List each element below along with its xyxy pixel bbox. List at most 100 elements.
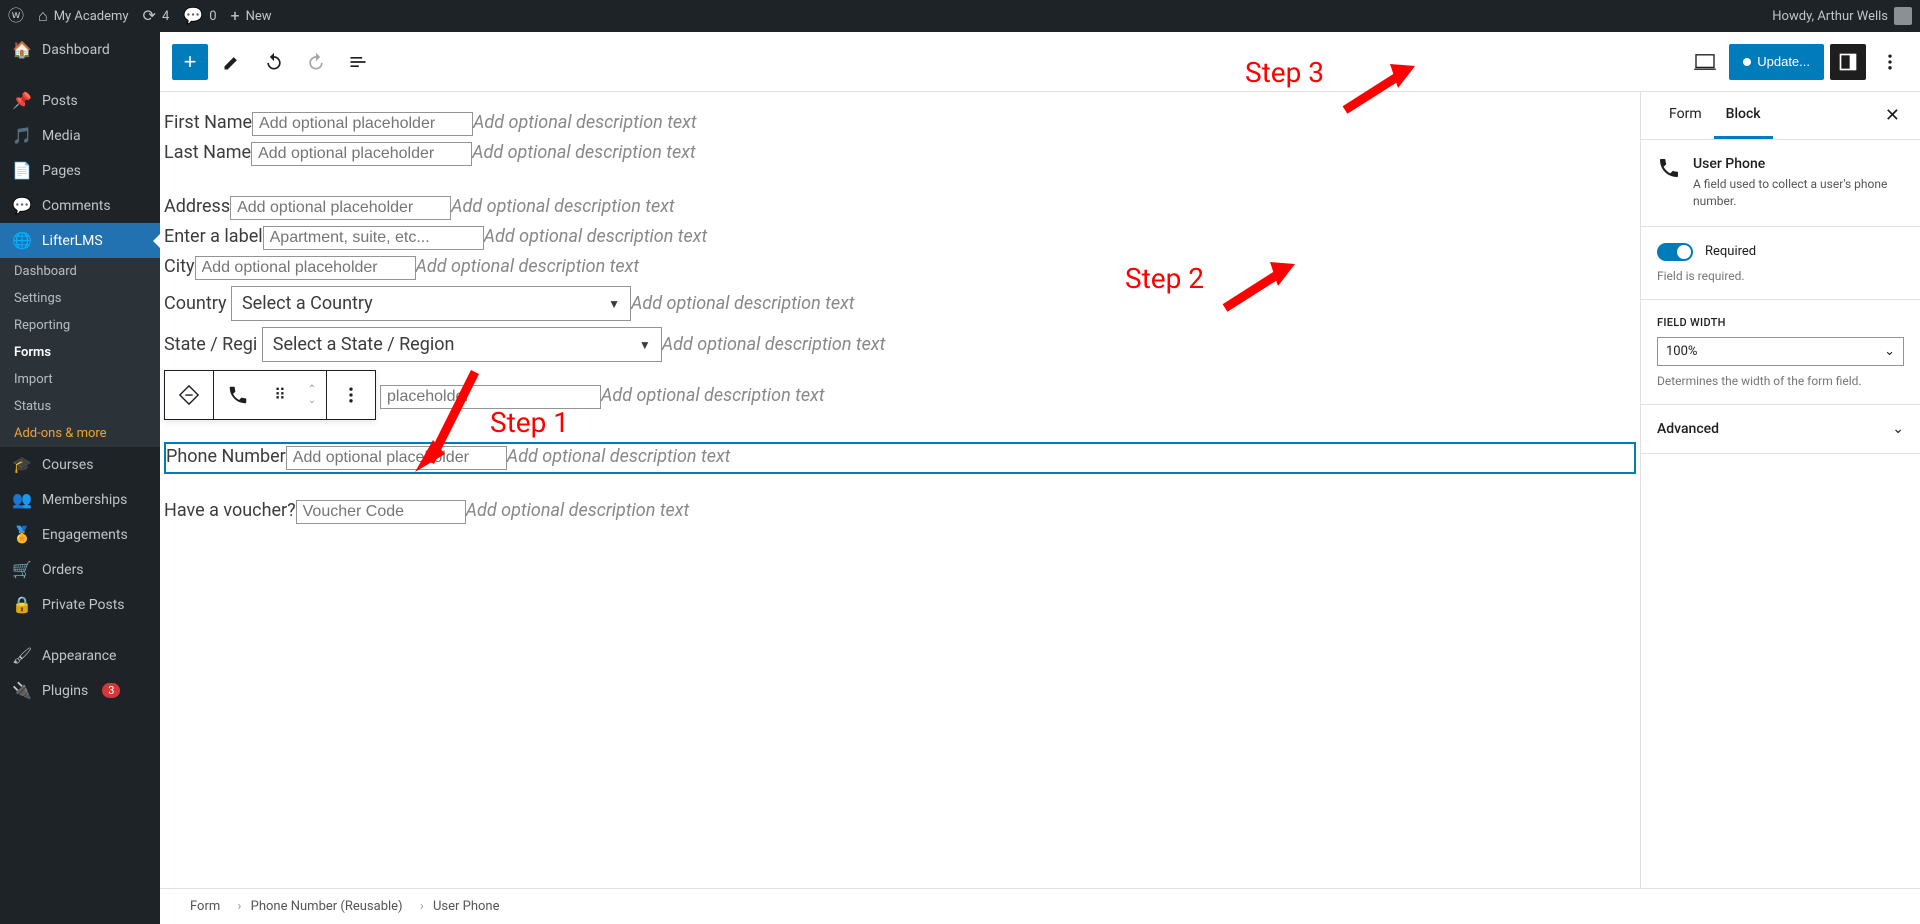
required-toggle[interactable] <box>1657 243 1693 261</box>
menu-dashboard[interactable]: 🏠Dashboard <box>0 32 160 67</box>
breadcrumb-footer: Form › Phone Number (Reusable) › User Ph… <box>160 888 1920 924</box>
menu-plugins[interactable]: 🔌Plugins3 <box>0 673 160 708</box>
brush-icon: 🖌 <box>12 646 32 665</box>
menu-orders[interactable]: 🛒Orders <box>0 552 160 587</box>
menu-private-posts[interactable]: 🔒Private Posts <box>0 587 160 622</box>
menu-label: Pages <box>42 163 81 179</box>
tab-form[interactable]: Form <box>1657 92 1714 139</box>
placeholder-input[interactable] <box>286 446 507 470</box>
menu-lifterlms[interactable]: 🌐LifterLMS <box>0 223 160 258</box>
field-last-name[interactable]: Last NameAdd optional description text <box>160 140 1640 170</box>
parent-block-button[interactable] <box>165 371 213 419</box>
move-arrows[interactable]: ⌃⌄ <box>298 371 326 419</box>
menu-engagements[interactable]: 🏅Engagements <box>0 517 160 552</box>
desc-text[interactable]: Add optional description text <box>451 196 675 217</box>
close-settings-button[interactable]: ✕ <box>1881 101 1904 130</box>
zip-placeholder-input[interactable] <box>380 385 601 409</box>
menu-media[interactable]: 🎵 Media <box>0 118 160 153</box>
desc-text[interactable]: Add optional description text <box>484 226 708 247</box>
state-select[interactable]: Select a State / Region▼ <box>262 327 662 362</box>
page-icon: 📄 <box>12 161 32 180</box>
settings-toggle-button[interactable] <box>1830 44 1866 80</box>
dashboard-icon: 🏠 <box>12 40 32 59</box>
award-icon: 🏅 <box>12 525 32 544</box>
more-options-button[interactable] <box>327 371 375 419</box>
update-button[interactable]: Update... <box>1729 44 1824 80</box>
new-content[interactable]: +New <box>231 8 272 24</box>
redo-button[interactable] <box>298 44 334 80</box>
submenu-settings[interactable]: Settings <box>0 285 160 312</box>
placeholder-input[interactable] <box>252 112 473 136</box>
block-type-button[interactable] <box>214 371 262 419</box>
new-label: New <box>246 9 272 24</box>
crumb-userphone[interactable]: User Phone <box>433 899 500 914</box>
placeholder-input[interactable] <box>230 196 451 220</box>
insert-block-button[interactable]: + <box>172 44 208 80</box>
preview-button[interactable] <box>1687 44 1723 80</box>
crumb-form[interactable]: Form <box>190 899 220 914</box>
desc-text[interactable]: Add optional description text <box>472 142 696 163</box>
submenu-dashboard[interactable]: Dashboard <box>0 258 160 285</box>
submenu-forms[interactable]: Forms <box>0 339 160 366</box>
menu-label: Comments <box>42 198 111 214</box>
required-label: Required <box>1705 244 1756 259</box>
tab-block[interactable]: Block <box>1714 92 1773 139</box>
site-name[interactable]: ⌂My Academy <box>38 8 129 24</box>
field-state[interactable]: State / Regi Select a State / Region▼Add… <box>160 325 1640 366</box>
menu-comments[interactable]: 💬Comments <box>0 188 160 223</box>
wp-logo[interactable]: ⓦ <box>8 8 24 24</box>
desc-text[interactable]: Add optional description text <box>416 256 640 277</box>
submenu-addons[interactable]: Add-ons & more <box>0 420 160 447</box>
update-count: 4 <box>162 9 169 24</box>
desc-text[interactable]: Add optional description text <box>473 112 697 133</box>
editor: + Update... First NameAdd optional descr… <box>160 32 1920 924</box>
comments[interactable]: 💬0 <box>183 8 216 24</box>
drag-handle[interactable]: ⠿ <box>262 371 298 419</box>
desc-text[interactable]: Add optional description text <box>507 446 731 467</box>
device-icon <box>1694 53 1716 71</box>
undo-button[interactable] <box>256 44 292 80</box>
required-section: Required Field is required. <box>1641 227 1920 300</box>
edit-tool-button[interactable] <box>214 44 250 80</box>
menu-label: Media <box>42 128 81 144</box>
crumb-reusable[interactable]: Phone Number (Reusable) <box>251 899 403 914</box>
menu-label: Orders <box>42 562 84 578</box>
plugin-badge: 3 <box>102 683 120 698</box>
placeholder-input[interactable] <box>251 142 472 166</box>
field-voucher[interactable]: Have a voucher?Add optional description … <box>160 498 1640 528</box>
desc-text[interactable]: Add optional description text <box>631 293 855 314</box>
advanced-panel[interactable]: Advanced⌄ <box>1641 405 1920 454</box>
wordpress-icon: ⓦ <box>8 8 24 24</box>
options-button[interactable] <box>1872 44 1908 80</box>
menu-memberships[interactable]: 👥Memberships <box>0 482 160 517</box>
desc-text[interactable]: Add optional description text <box>662 334 886 355</box>
selected-phone-block[interactable]: Phone NumberAdd optional description tex… <box>164 442 1636 474</box>
submenu-status[interactable]: Status <box>0 393 160 420</box>
field-address2[interactable]: Enter a labelAdd optional description te… <box>160 224 1640 254</box>
select-value: Select a Country <box>242 293 373 314</box>
media-icon: 🎵 <box>12 126 32 145</box>
list-view-button[interactable] <box>340 44 376 80</box>
field-city[interactable]: CityAdd optional description text <box>160 254 1640 284</box>
field-first-name[interactable]: First NameAdd optional description text <box>160 110 1640 140</box>
submenu-reporting[interactable]: Reporting <box>0 312 160 339</box>
howdy[interactable]: Howdy, Arthur Wells <box>1772 7 1912 25</box>
country-select[interactable]: Select a Country▼ <box>231 286 631 321</box>
menu-appearance[interactable]: 🖌Appearance <box>0 638 160 673</box>
updates[interactable]: ⟳4 <box>143 8 170 24</box>
menu-posts[interactable]: 📌Posts <box>0 83 160 118</box>
placeholder-input[interactable] <box>263 226 484 250</box>
desc-text[interactable]: Add optional description text <box>466 500 690 521</box>
field-label: Country <box>164 293 227 314</box>
field-width-select[interactable]: 100%⌄ <box>1657 337 1904 366</box>
placeholder-input[interactable] <box>296 500 466 524</box>
submenu-import[interactable]: Import <box>0 366 160 393</box>
field-address[interactable]: AddressAdd optional description text <box>160 194 1640 224</box>
menu-courses[interactable]: 🎓Courses <box>0 447 160 482</box>
placeholder-input[interactable] <box>195 256 416 280</box>
editor-canvas[interactable]: First NameAdd optional description text … <box>160 92 1640 888</box>
field-country[interactable]: Country Select a Country▼Add optional de… <box>160 284 1640 325</box>
breadcrumb-sep: › <box>238 899 242 914</box>
desc-text[interactable]: Add optional description text <box>601 385 825 406</box>
menu-pages[interactable]: 📄 Pages <box>0 153 160 188</box>
